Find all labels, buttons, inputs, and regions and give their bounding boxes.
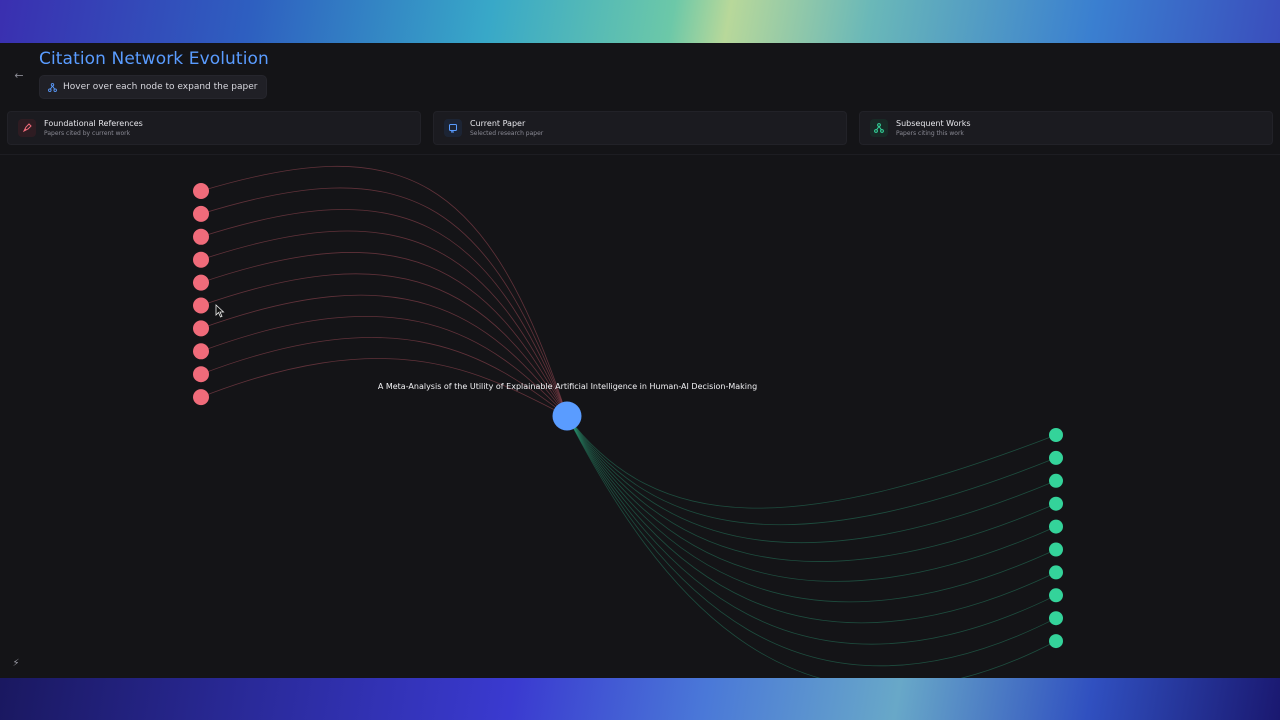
center-paper-title: A Meta-Analysis of the Utility of Explai…: [377, 382, 758, 391]
reference-node[interactable]: [193, 366, 209, 383]
reference-node[interactable]: [193, 389, 209, 406]
reference-node[interactable]: [193, 274, 209, 291]
citation-node[interactable]: [1049, 519, 1063, 534]
citation-edge: [566, 415, 1057, 509]
reference-edge: [200, 315, 568, 417]
reference-edge: [200, 337, 568, 417]
citation-node[interactable]: [1049, 565, 1063, 580]
reference-node[interactable]: [193, 228, 209, 245]
citation-edge: [566, 415, 1057, 603]
citation-node[interactable]: [1049, 450, 1063, 465]
desktop-dock-area: [0, 678, 1280, 720]
citation-node[interactable]: [1049, 588, 1063, 603]
current-paper-node[interactable]: [552, 401, 582, 431]
citation-edge: [566, 415, 1057, 678]
reference-node[interactable]: [193, 251, 209, 268]
citation-node[interactable]: [1049, 611, 1063, 626]
reference-node[interactable]: [193, 205, 209, 222]
reference-node[interactable]: [193, 320, 209, 337]
mouse-cursor-icon: [215, 304, 225, 318]
citation-node[interactable]: [1049, 473, 1063, 488]
reference-node[interactable]: [193, 297, 209, 314]
citation-graph: [193, 165, 1063, 678]
citation-edge: [566, 415, 1057, 582]
reference-node[interactable]: [193, 343, 209, 360]
citation-edge: [566, 415, 1057, 563]
citation-node[interactable]: [1049, 542, 1063, 557]
citation-node[interactable]: [1049, 496, 1063, 511]
citation-node[interactable]: [1049, 634, 1063, 649]
citation-edge: [566, 415, 1057, 667]
citation-node[interactable]: [1049, 428, 1063, 442]
reference-edge: [200, 252, 568, 417]
lightning-icon[interactable]: ⚡︎: [9, 657, 23, 671]
reference-node[interactable]: [193, 183, 209, 199]
citation-edge: [566, 415, 1057, 624]
citation-edge: [566, 415, 1057, 645]
app-window: ← Citation Network Evolution Hover over …: [0, 43, 1280, 678]
